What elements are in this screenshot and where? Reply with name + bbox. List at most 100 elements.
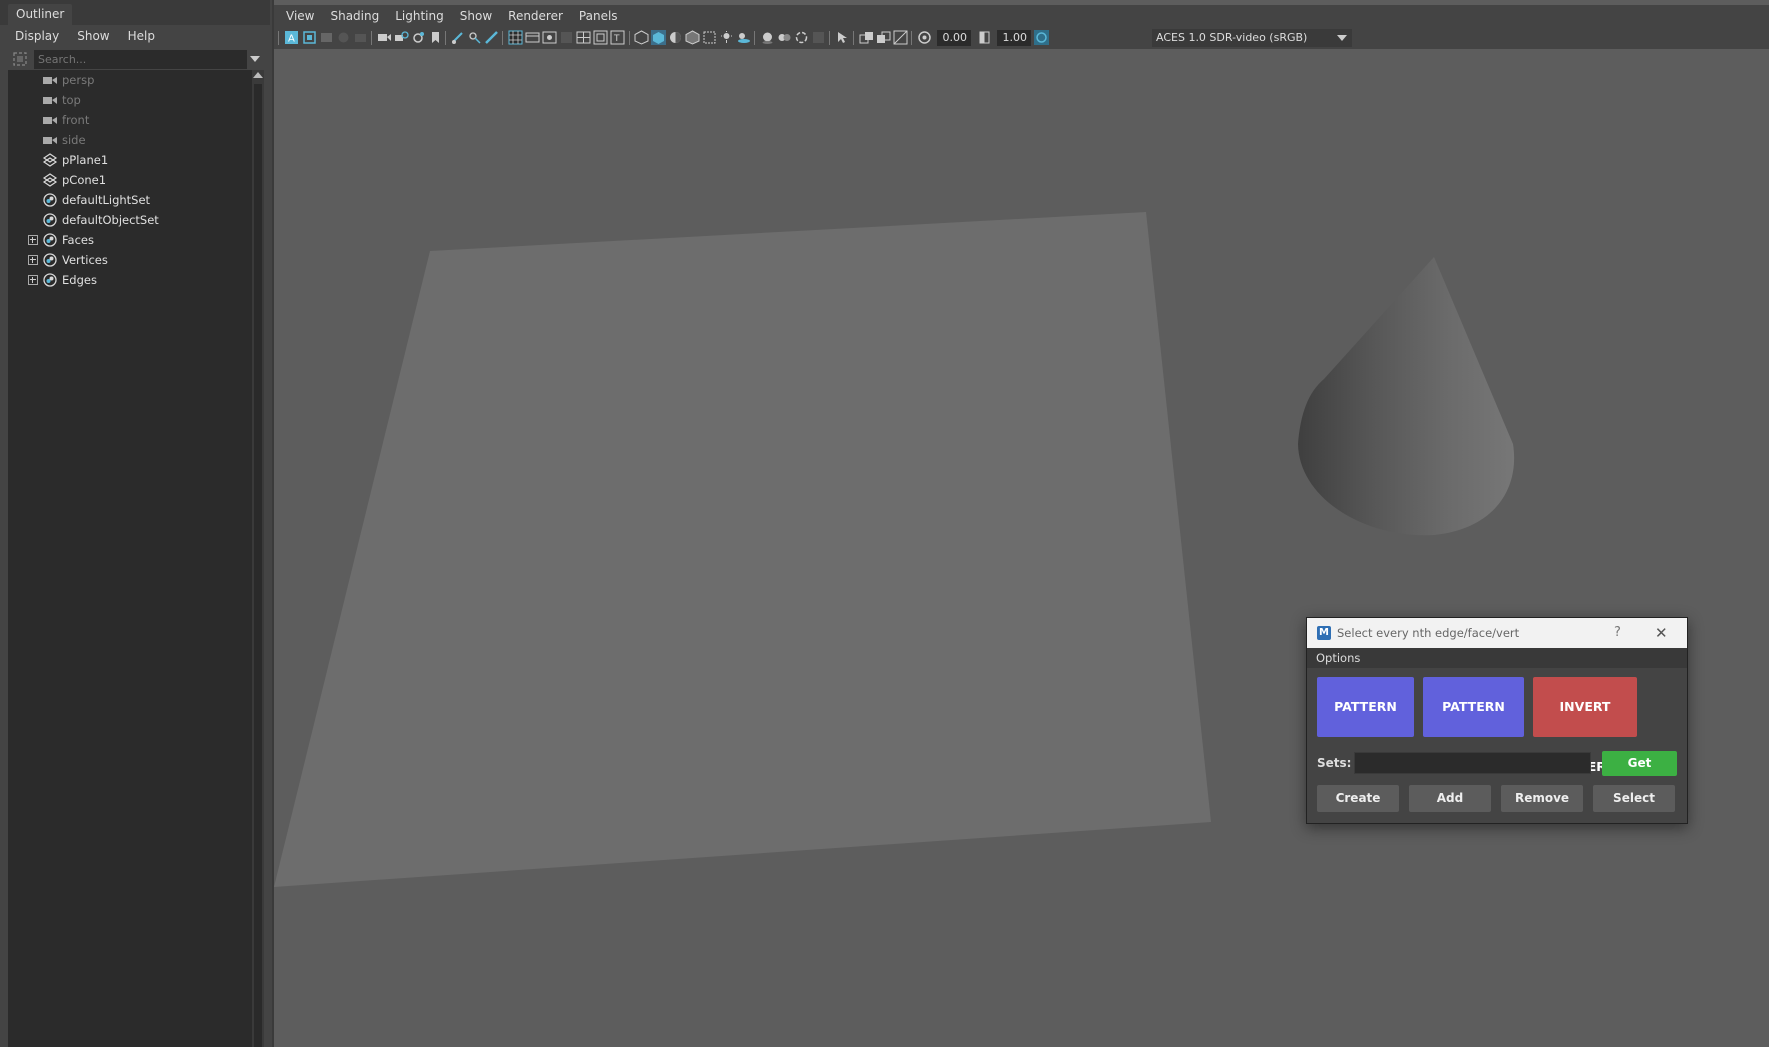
isolate-select-icon[interactable] (835, 30, 850, 45)
svg-text:A: A (288, 34, 295, 45)
camera-tumble-icon[interactable] (411, 30, 426, 45)
menu-panels[interactable]: Panels (571, 5, 626, 27)
default-material-icon[interactable] (668, 30, 683, 45)
set-icon (42, 252, 58, 268)
viewport-scene[interactable] (274, 49, 1769, 1047)
color-space-dropdown-arrow-icon[interactable] (1337, 35, 1347, 41)
menu-show[interactable]: Show (68, 25, 118, 47)
xray-joints-icon[interactable] (859, 30, 874, 45)
camera-icon (42, 112, 58, 128)
help-icon[interactable]: ? (1614, 618, 1621, 648)
film-gate-icon[interactable] (525, 30, 540, 45)
set-icon (42, 212, 58, 228)
search-options-dropdown-icon[interactable] (248, 52, 262, 66)
menu-lighting[interactable]: Lighting (387, 5, 452, 27)
gate-mask-icon[interactable] (467, 30, 482, 45)
menu-renderer[interactable]: Renderer (500, 5, 571, 27)
outliner-title[interactable]: Outliner (8, 4, 73, 25)
outliner-item[interactable]: Edges (8, 270, 252, 290)
gamma-icon[interactable] (977, 30, 992, 45)
camera-icon[interactable] (377, 30, 392, 45)
use-all-lights-icon[interactable] (719, 30, 734, 45)
outliner-item[interactable]: pCone1 (8, 170, 252, 190)
xray-active-icon[interactable] (876, 30, 891, 45)
scroll-up-arrow-icon[interactable] (253, 72, 263, 78)
safe-action-icon[interactable] (593, 30, 608, 45)
backface-culling-icon[interactable] (893, 30, 908, 45)
bookmark-icon[interactable] (319, 30, 334, 45)
select-nth-dialog: M Select every nth edge/face/vert ? ✕ Op… (1306, 617, 1688, 824)
invert-pattern-button[interactable]: INVERT PATTERN (1533, 677, 1637, 774)
outliner-item-label: Faces (62, 233, 94, 247)
outliner-tree: persp top front side pPlane1 pCone1 defaultLig… (8, 70, 252, 1047)
menu-help[interactable]: Help (119, 25, 164, 47)
menu-shading[interactable]: Shading (322, 5, 387, 27)
smooth-shade-icon[interactable] (651, 30, 666, 45)
field-chart-icon[interactable] (576, 30, 591, 45)
outliner-search-row (8, 48, 264, 70)
select-camera-icon[interactable]: A (284, 30, 299, 45)
camera-icon (42, 92, 58, 108)
select-button[interactable]: Select (1593, 785, 1675, 812)
wireframe-on-shaded-icon[interactable] (685, 30, 700, 45)
outliner-item[interactable]: front (8, 110, 252, 130)
bookmark-flag-icon[interactable] (428, 30, 443, 45)
filter-icon[interactable] (12, 51, 28, 67)
motion-blur-icon[interactable] (777, 30, 792, 45)
camera-move-icon[interactable] (394, 30, 409, 45)
pencil-icon[interactable] (484, 30, 499, 45)
screen-space-ao-icon[interactable] (760, 30, 775, 45)
outliner-item[interactable]: pPlane1 (8, 150, 252, 170)
exposure-icon[interactable] (917, 30, 932, 45)
remove-button[interactable]: Remove (1501, 785, 1583, 812)
set-icon (42, 272, 58, 288)
outliner-item[interactable]: side (8, 130, 252, 150)
outliner-scrollbar[interactable] (252, 70, 264, 1047)
search-input[interactable] (34, 50, 247, 69)
resolution-gate-icon[interactable] (542, 30, 557, 45)
color-management-icon[interactable] (1034, 30, 1049, 45)
create-button[interactable]: Create (1317, 785, 1399, 812)
expand-icon[interactable] (28, 255, 38, 265)
image-plane-icon[interactable] (336, 30, 351, 45)
depth-of-field-icon[interactable] (811, 30, 826, 45)
outliner-item[interactable]: defaultObjectSet (8, 210, 252, 230)
sets-field[interactable] (1354, 752, 1591, 774)
color-space-dropdown[interactable]: ACES 1.0 SDR-video (sRGB) (1152, 29, 1352, 47)
dialog-titlebar[interactable]: M Select every nth edge/face/vert ? ✕ (1307, 618, 1687, 648)
wireframe-icon[interactable] (634, 30, 649, 45)
set-icon (42, 232, 58, 248)
scrollbar-thumb[interactable] (254, 84, 262, 1047)
expand-icon[interactable] (28, 235, 38, 245)
safe-title-icon[interactable]: T (610, 30, 625, 45)
menu-options[interactable]: Options (1316, 648, 1360, 668)
expand-icon[interactable] (28, 275, 38, 285)
grid-icon[interactable] (508, 30, 523, 45)
add-button[interactable]: Add (1409, 785, 1491, 812)
pattern-button[interactable]: PATTERN (1317, 677, 1414, 737)
gate-mask-toggle-icon[interactable] (559, 30, 574, 45)
outliner-item[interactable]: Vertices (8, 250, 252, 270)
shadows-icon[interactable] (736, 30, 751, 45)
menu-show[interactable]: Show (452, 5, 500, 27)
outliner-item-label: defaultLightSet (62, 193, 151, 207)
outliner-item[interactable]: Faces (8, 230, 252, 250)
sets-label: Sets: (1317, 756, 1352, 770)
close-icon[interactable]: ✕ (1655, 618, 1668, 648)
svg-text:T: T (613, 34, 620, 44)
gamma-field[interactable]: 1.00 (997, 30, 1031, 46)
get-button[interactable]: Get (1602, 751, 1677, 776)
xray-icon[interactable] (702, 30, 717, 45)
menu-display[interactable]: Display (6, 25, 68, 47)
anti-aliasing-icon[interactable] (794, 30, 809, 45)
outliner-item[interactable]: persp (8, 70, 252, 90)
exposure-field[interactable]: 0.00 (937, 30, 971, 46)
outliner-item[interactable]: top (8, 90, 252, 110)
set-icon (42, 192, 58, 208)
pattern-range-button[interactable]: PATTERN RANGE (1423, 677, 1524, 774)
camera-attributes-icon[interactable] (302, 30, 317, 45)
2d-pan-zoom-icon[interactable] (353, 30, 368, 45)
grease-pencil-icon[interactable] (450, 30, 465, 45)
outliner-item[interactable]: defaultLightSet (8, 190, 252, 210)
menu-view[interactable]: View (278, 5, 322, 27)
